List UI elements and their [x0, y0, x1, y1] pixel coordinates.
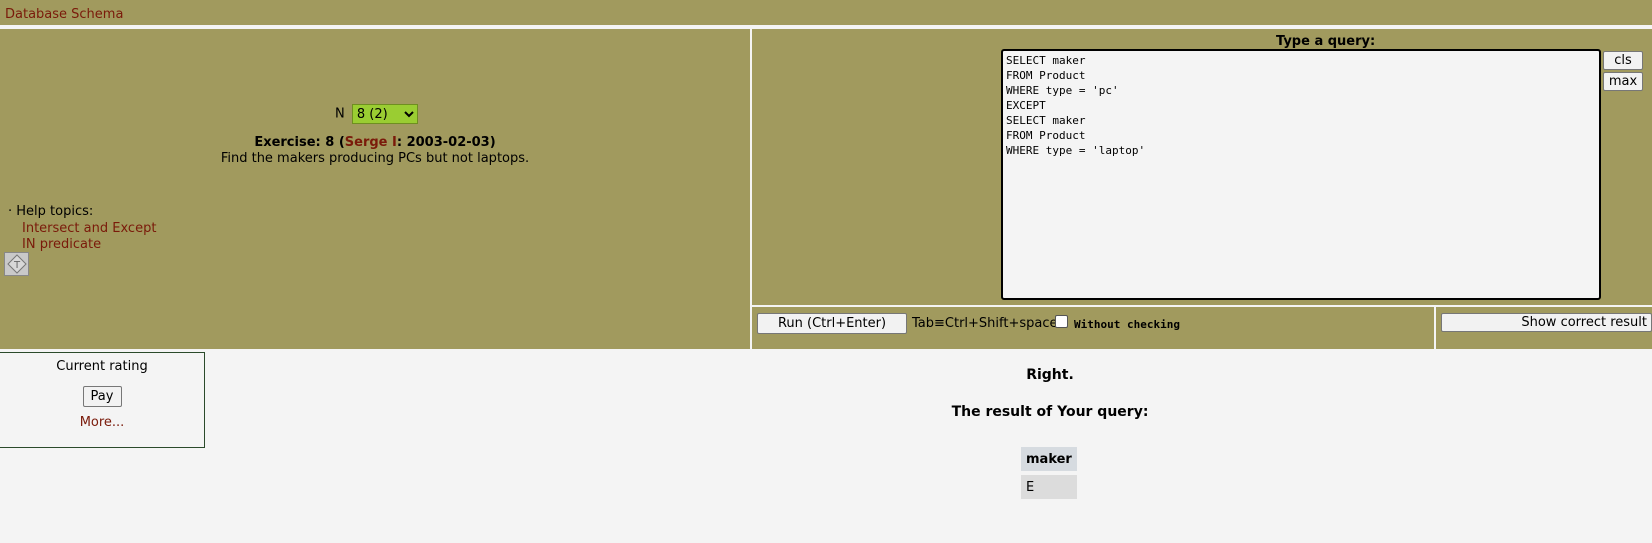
exercise-date: : 2003-02-03)	[396, 135, 496, 150]
table-row: E	[1021, 475, 1077, 499]
query-textarea[interactable]: SELECT maker FROM Product WHERE type = '…	[1001, 49, 1601, 300]
result-table: maker E	[1021, 443, 1077, 503]
svg-text:T: T	[12, 260, 20, 271]
result-column-header: maker	[1021, 447, 1077, 471]
top-bar: Database Schema	[0, 0, 1652, 27]
query-label: Type a query:	[1276, 34, 1376, 49]
pay-button[interactable]: Pay	[82, 386, 122, 407]
result-title: The result of Your query:	[951, 404, 1149, 420]
without-checking-label: Without checking	[1074, 318, 1180, 331]
exercise-panel	[0, 29, 750, 349]
run-button[interactable]: Run (Ctrl+Enter)	[757, 313, 907, 334]
result-status: Right.	[1026, 367, 1074, 383]
help-link-in-predicate[interactable]: IN predicate	[22, 237, 156, 253]
exercise-task: Find the makers producing PCs but not la…	[220, 151, 530, 166]
more-link[interactable]: More...	[0, 415, 204, 430]
without-checking-checkbox[interactable]	[1055, 315, 1068, 328]
tab-hint: Tab≡Ctrl+Shift+space	[912, 316, 1058, 331]
help-topics: · Help topics: Intersect and Except IN p…	[8, 204, 156, 253]
rating-title: Current rating	[56, 359, 148, 374]
help-topics-title: · Help topics:	[8, 204, 94, 219]
help-link-intersect-except[interactable]: Intersect and Except	[22, 221, 156, 237]
cls-button[interactable]: cls	[1603, 51, 1643, 70]
exercise-selector: N 8 (2)	[335, 104, 418, 124]
n-label: N	[335, 106, 345, 122]
help-diamond-icon[interactable]: T	[4, 252, 29, 276]
exercise-number-select[interactable]: 8 (2)	[351, 104, 418, 124]
result-cell: E	[1021, 475, 1077, 499]
exercise-heading: Exercise: 8 (Serge I: 2003-02-03)	[0, 135, 750, 150]
database-schema-link[interactable]: Database Schema	[5, 7, 123, 22]
exercise-prefix: Exercise: 8 (	[254, 135, 345, 150]
exercise-author: Serge I	[344, 135, 397, 150]
rating-box: Current rating Pay More...	[0, 352, 205, 448]
max-button[interactable]: max	[1603, 72, 1643, 91]
show-correct-result-button[interactable]: Show correct result	[1441, 313, 1652, 332]
